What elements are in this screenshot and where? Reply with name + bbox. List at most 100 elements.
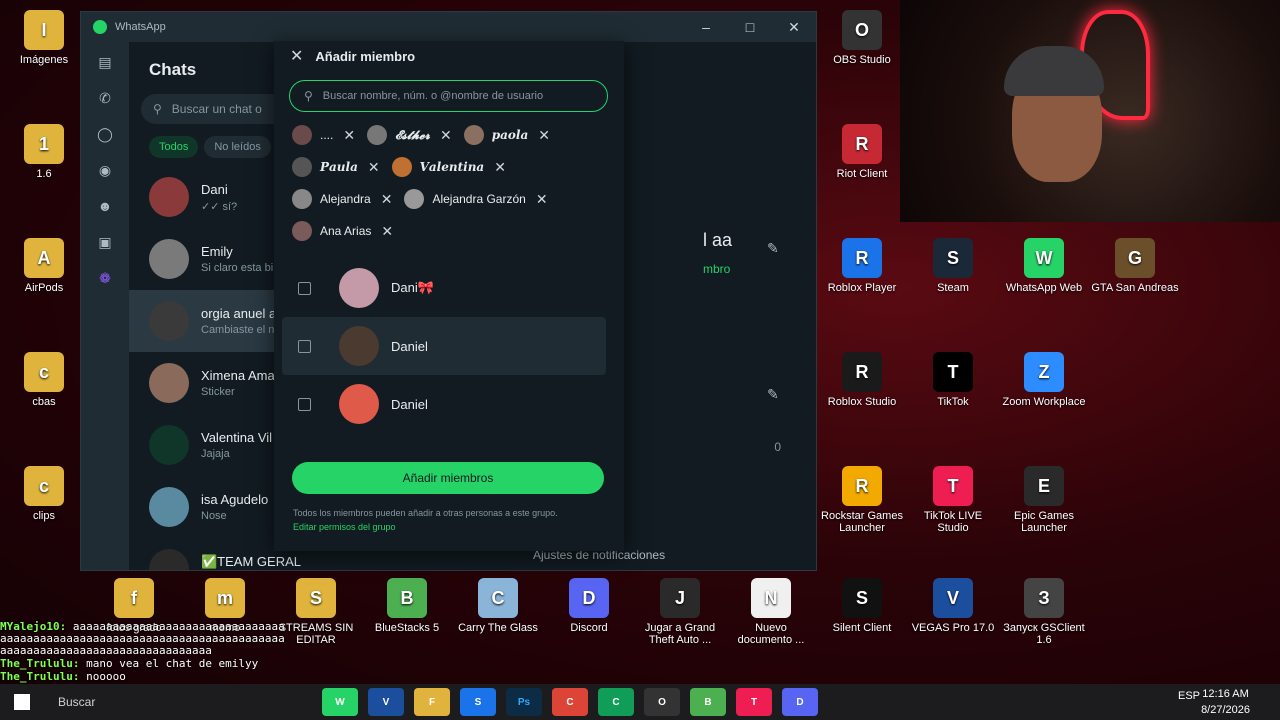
desktop_bottom-desktop-icon-7[interactable]: N Nuevo documento ...: [727, 578, 815, 646]
remove-chip-icon[interactable]: ✕: [538, 127, 550, 144]
desktop_right-desktop-icon-9[interactable]: R Rockstar Games Launcher: [818, 466, 906, 534]
chat-username: The_Trululu:: [0, 670, 80, 683]
desktop-icon-label: Rockstar Games Launcher: [821, 510, 903, 534]
chat-name: Emily: [201, 244, 233, 259]
search-icon: ⚲: [304, 89, 313, 103]
archived-icon[interactable]: ▣: [93, 234, 117, 258]
taskbar-chrome2-icon[interactable]: C: [598, 688, 634, 716]
avatar: [292, 125, 312, 145]
remove-chip-icon[interactable]: ✕: [343, 127, 355, 144]
desktop_right-desktop-icon-8[interactable]: Z Zoom Workplace: [1000, 352, 1088, 408]
desktop_right-desktop-icon-11[interactable]: E Epic Games Launcher: [1000, 466, 1088, 534]
windows-start-icon[interactable]: [14, 694, 30, 710]
stream-chat-message: The_Trululu: mano vea el chat de emilyy: [0, 658, 290, 670]
tray-lang[interactable]: ESP: [1178, 690, 1200, 702]
contact-row[interactable]: Daniel: [282, 375, 606, 433]
desktop-icon-label: Epic Games Launcher: [1014, 510, 1074, 534]
remove-chip-icon[interactable]: ✕: [536, 191, 548, 208]
contact-checkbox[interactable]: [298, 281, 311, 295]
desktop_right-desktop-icon-2[interactable]: R Roblox Player: [818, 238, 906, 294]
contact-checkbox[interactable]: [298, 339, 311, 353]
status-icon[interactable]: ◯: [93, 126, 117, 150]
contact-checkbox[interactable]: [298, 397, 311, 411]
taskbar-bluestacks-icon[interactable]: B: [690, 688, 726, 716]
taskbar-clock[interactable]: 12:16 AM 8/27/2026: [1201, 686, 1250, 718]
taskbar-whatsapp-icon[interactable]: W: [322, 688, 358, 716]
desktop_right-desktop-icon-12[interactable]: S Silent Client: [818, 578, 906, 634]
desktop_bottom-app-icon: f: [114, 578, 154, 618]
desktop_bottom-desktop-icon-4[interactable]: C Carry The Glass: [454, 578, 542, 634]
desktop_left-desktop-icon-4[interactable]: c clips: [0, 466, 88, 522]
avatar: [292, 221, 312, 241]
desktop_left-desktop-icon-0[interactable]: I Imágenes: [0, 10, 88, 66]
avatar: [391, 157, 412, 177]
communities-icon[interactable]: ☻: [93, 198, 117, 222]
desktop_right-desktop-icon-1[interactable]: R Riot Client: [818, 124, 906, 180]
desktop_bottom-desktop-icon-5[interactable]: D Discord: [545, 578, 633, 634]
meta-ai-icon[interactable]: ❁: [93, 270, 117, 294]
desktop_right-app-icon: Z: [1024, 352, 1064, 392]
avatar: [404, 189, 425, 209]
remove-chip-icon[interactable]: ✕: [381, 191, 393, 208]
desktop_right-app-icon: E: [1024, 466, 1064, 506]
contact-row[interactable]: Dani🎀: [282, 259, 606, 317]
close-modal-icon[interactable]: ✕: [290, 46, 303, 66]
taskbar-vegas-icon[interactable]: V: [368, 688, 404, 716]
desktop_right-desktop-icon-7[interactable]: T TikTok: [909, 352, 997, 408]
desktop_right-app-icon: O: [842, 10, 882, 50]
channels-icon[interactable]: ◉: [93, 162, 117, 186]
calls-icon[interactable]: ✆: [93, 90, 117, 114]
remove-chip-icon[interactable]: ✕: [440, 127, 452, 144]
desktop_bottom-app-icon: D: [569, 578, 609, 618]
taskbar-app-icon[interactable]: D: [782, 688, 818, 716]
minimize-icon[interactable]: –: [684, 12, 728, 42]
edit-icon[interactable]: ✎: [767, 240, 779, 257]
taskbar: Buscar W V F S Ps C C O B T D ESP 12:16 …: [0, 684, 1280, 720]
desktop_right-desktop-icon-4[interactable]: W WhatsApp Web: [1000, 238, 1088, 294]
maximize-icon[interactable]: □: [728, 12, 772, 42]
chats-icon[interactable]: ▤: [93, 54, 117, 78]
desktop_left-desktop-icon-2[interactable]: A AirPods: [0, 238, 88, 294]
add-members-button[interactable]: Añadir miembros: [292, 462, 604, 494]
desktop-icon-label: VEGAS Pro 17.0: [911, 622, 995, 634]
desktop_right-desktop-icon-3[interactable]: S Steam: [909, 238, 997, 294]
taskbar-photoshop-icon[interactable]: Ps: [506, 688, 542, 716]
edit-description-icon[interactable]: ✎: [767, 386, 779, 403]
edit-permissions-link[interactable]: Editar permisos del grupo: [293, 522, 396, 532]
members-fragment: mbro: [703, 262, 731, 276]
remove-chip-icon[interactable]: ✕: [368, 159, 380, 176]
desktop_right-app-icon: R: [842, 238, 882, 278]
desktop_bottom-desktop-icon-6[interactable]: J Jugar a Grand Theft Auto ...: [636, 578, 724, 646]
desktop-icon-label: clips: [32, 510, 55, 522]
desktop_bottom-app-icon: m: [205, 578, 245, 618]
desktop_bottom-app-icon: C: [478, 578, 518, 618]
close-window-icon[interactable]: ✕: [772, 12, 816, 42]
taskbar-chrome-icon[interactable]: C: [552, 688, 588, 716]
chat-username: The_Trululu:: [0, 657, 80, 670]
remove-chip-icon[interactable]: ✕: [494, 159, 506, 176]
member-search: ⚲: [289, 80, 608, 112]
desktop_right-desktop-icon-10[interactable]: T TikTok LIVE Studio: [909, 466, 997, 534]
desktop_left-desktop-icon-3[interactable]: c cbas: [0, 352, 88, 408]
desktop-icon-label: Imágenes: [19, 54, 69, 66]
filter-all[interactable]: Todos: [149, 136, 199, 158]
taskbar-explorer-icon[interactable]: F: [414, 688, 450, 716]
taskbar-store-icon[interactable]: S: [460, 688, 496, 716]
desktop-icon-label: cbas: [32, 396, 56, 408]
desktop_right-desktop-icon-14[interactable]: З Запуск GSClient 1.6: [1000, 578, 1088, 646]
taskbar-search[interactable]: Buscar: [58, 695, 95, 709]
member-search-input[interactable]: [322, 90, 607, 102]
remove-chip-icon[interactable]: ✕: [381, 223, 393, 240]
desktop_right-desktop-icon-13[interactable]: V VEGAS Pro 17.0: [909, 578, 997, 634]
desktop_bottom-desktop-icon-3[interactable]: B BlueStacks 5: [363, 578, 451, 634]
filter-unread[interactable]: No leídos: [204, 136, 271, 158]
taskbar-obs-icon[interactable]: O: [644, 688, 680, 716]
desktop_left-desktop-icon-1[interactable]: 1 1.6: [0, 124, 88, 180]
desktop_right-desktop-icon-5[interactable]: G GTA San Andreas: [1091, 238, 1179, 294]
desktop-icon-label: Discord: [570, 622, 608, 634]
desktop_right-desktop-icon-0[interactable]: O OBS Studio: [818, 10, 906, 66]
webcam-overlay: [900, 0, 1280, 222]
contact-row[interactable]: Daniel: [282, 317, 606, 375]
taskbar-tiktok-icon[interactable]: T: [736, 688, 772, 716]
desktop_right-desktop-icon-6[interactable]: R Roblox Studio: [818, 352, 906, 408]
